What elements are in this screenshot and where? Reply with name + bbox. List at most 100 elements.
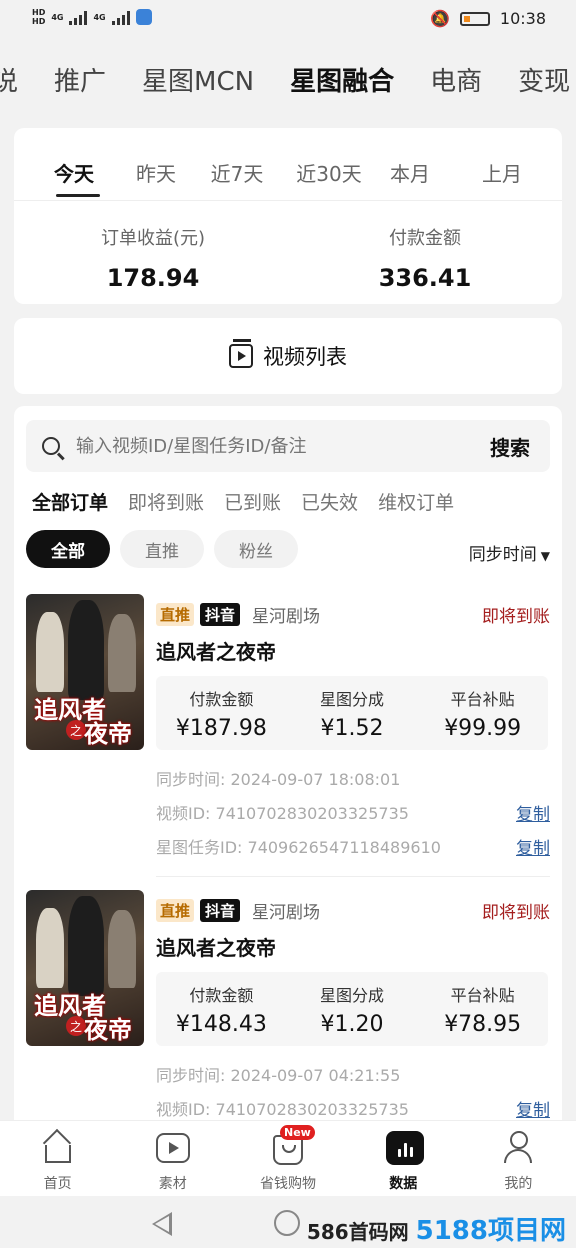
- copy-video-id-button[interactable]: 复制: [516, 1096, 550, 1121]
- date-tab-last-month[interactable]: 上月: [462, 158, 542, 187]
- stat-share: 星图分成 ¥1.20: [287, 972, 418, 1046]
- nav-shopping[interactable]: New 省钱购物: [230, 1121, 345, 1196]
- order-tab-dispute[interactable]: 维权订单: [378, 488, 454, 515]
- date-tab-7days[interactable]: 近7天: [206, 158, 268, 187]
- stat-label: 付款金额: [189, 690, 254, 709]
- divider: [156, 876, 550, 877]
- nav-label: 省钱购物: [260, 1176, 316, 1192]
- order-income-metric: 订单收益(元) 178.94: [38, 224, 268, 292]
- tab-monetize[interactable]: 变现: [518, 61, 570, 98]
- sort-label: 同步时间: [468, 545, 537, 565]
- chip-fans[interactable]: 粉丝: [214, 530, 298, 568]
- nav-me[interactable]: 我的: [461, 1121, 576, 1196]
- bar-chart-icon: [386, 1131, 425, 1165]
- sort-dropdown[interactable]: 同步时间 ▼: [469, 540, 550, 565]
- stat-label: 星图分成: [320, 690, 385, 709]
- watermark: 586首码网 5188项目网: [307, 1210, 566, 1247]
- payment-metric: 付款金额 336.41: [310, 224, 540, 292]
- tab-ecommerce[interactable]: 电商: [430, 61, 482, 98]
- new-badge: New: [280, 1125, 315, 1140]
- stat-value: ¥1.52: [320, 716, 384, 741]
- back-icon[interactable]: [152, 1212, 172, 1236]
- watermark-text-2: 5188项目网: [415, 1216, 566, 1246]
- order-status-tabs: 全部订单 即将到账 已到账 已失效 维权订单: [32, 488, 454, 515]
- network-4g-indicator-2: 4G: [93, 12, 106, 22]
- order-list-card: 搜索 全部订单 即将到账 已到账 已失效 维权订单 全部 直推 粉丝 同步时间▼…: [14, 406, 562, 1166]
- date-range-tabs: 今天 昨天 近7天 近30天 本月 上月: [54, 158, 540, 187]
- date-tab-yesterday[interactable]: 昨天: [132, 158, 180, 187]
- stat-share: 星图分成 ¥1.52: [287, 676, 418, 750]
- copy-task-id-button[interactable]: 复制: [516, 834, 550, 859]
- date-tab-30days[interactable]: 近30天: [292, 158, 366, 187]
- stat-subsidy: 平台补贴 ¥99.99: [417, 676, 548, 750]
- search-input[interactable]: [76, 435, 466, 457]
- nav-material[interactable]: 素材: [115, 1121, 230, 1196]
- stat-payment: 付款金额 ¥187.98: [156, 676, 287, 750]
- tab-xingtu-fusion[interactable]: 星图融合: [290, 61, 394, 98]
- stat-label: 平台补贴: [450, 986, 515, 1005]
- search-bar: 搜索: [26, 420, 550, 472]
- task-id: 星图任务ID: 7409626547118489610: [156, 838, 441, 857]
- signal-icon-2: [111, 9, 130, 25]
- search-button[interactable]: 搜索: [490, 432, 530, 461]
- stat-payment: 付款金额 ¥148.43: [156, 972, 287, 1046]
- shield-app-icon: [135, 9, 152, 25]
- video-id: 视频ID: 7410702830203325735: [156, 1100, 409, 1119]
- stat-value: ¥99.99: [444, 716, 522, 741]
- order-stats: 付款金额 ¥148.43 星图分成 ¥1.20 平台补贴 ¥78.95: [156, 972, 548, 1046]
- video-list-label: 视频列表: [263, 345, 347, 369]
- stat-value: ¥187.98: [175, 716, 267, 741]
- payment-label: 付款金额: [389, 228, 461, 249]
- poster-zhi: 之: [66, 1016, 86, 1036]
- filter-chips: 全部 直推 粉丝: [26, 530, 298, 568]
- order-source: 星河剧场: [252, 607, 321, 627]
- mute-bell-icon: 🔕: [429, 9, 450, 28]
- search-icon: [42, 437, 60, 455]
- hd-indicator: HD HD: [32, 8, 46, 26]
- active-tab-underline: [56, 194, 100, 197]
- date-tab-this-month[interactable]: 本月: [386, 158, 434, 187]
- stat-subsidy: 平台补贴 ¥78.95: [417, 972, 548, 1046]
- order-tab-pending[interactable]: 即将到账: [128, 488, 204, 515]
- home-circle-icon[interactable]: [274, 1210, 300, 1236]
- poster-text-2: 夜帝: [84, 720, 132, 748]
- stat-value: ¥1.20: [320, 1012, 384, 1037]
- play-box-icon: [155, 1131, 190, 1165]
- chip-direct[interactable]: 直推: [120, 530, 204, 568]
- tab-xingtu-mcn[interactable]: 星图MCN: [142, 61, 254, 98]
- nav-data[interactable]: 数据: [346, 1121, 461, 1196]
- nav-label: 数据: [389, 1176, 418, 1192]
- poster-zhi: 之: [66, 720, 86, 740]
- poster-text-2: 夜帝: [84, 1016, 132, 1044]
- drama-poster-image: 追风者 之 夜帝: [26, 594, 144, 750]
- order-tab-received[interactable]: 已到账: [224, 488, 281, 515]
- tab-promotion[interactable]: 推广: [54, 61, 106, 98]
- nav-home[interactable]: 首页: [0, 1121, 115, 1196]
- payment-value: 336.41: [378, 264, 472, 292]
- order-item[interactable]: 追风者 之 夜帝 直推 抖音 星河剧场 即将到账 追风者之夜帝 付款金额 ¥18…: [26, 594, 550, 874]
- order-source: 星河剧场: [252, 903, 321, 923]
- battery-icon: [459, 11, 490, 26]
- network-4g-indicator: 4G: [51, 12, 64, 22]
- watermark-text: 586首码网: [306, 1220, 409, 1244]
- direct-push-badge: 直推: [156, 899, 195, 922]
- chip-all[interactable]: 全部: [26, 530, 110, 568]
- video-list-icon: [229, 339, 253, 368]
- order-stats: 付款金额 ¥187.98 星图分成 ¥1.52 平台补贴 ¥99.99: [156, 676, 548, 750]
- nav-label: 素材: [158, 1176, 187, 1192]
- copy-video-id-button[interactable]: 复制: [516, 800, 550, 825]
- stat-value: ¥148.43: [175, 1012, 267, 1037]
- order-income-label: 订单收益(元): [100, 228, 206, 249]
- video-id: 视频ID: 7410702830203325735: [156, 804, 409, 823]
- order-title: 追风者之夜帝: [156, 936, 276, 960]
- tab-shuo[interactable]: 说: [0, 61, 18, 98]
- video-list-button[interactable]: 视频列表: [14, 318, 562, 394]
- order-tab-expired[interactable]: 已失效: [301, 488, 358, 515]
- order-tags: 直推 抖音 星河剧场: [156, 602, 320, 627]
- date-tab-today[interactable]: 今天: [54, 158, 102, 187]
- caret-down-icon: ▼: [540, 549, 550, 563]
- top-tab-bar: 说 推广 星图MCN 星图融合 电商 变现: [0, 44, 576, 114]
- order-tab-all[interactable]: 全部订单: [32, 488, 108, 515]
- stat-label: 付款金额: [189, 986, 254, 1005]
- bottom-nav: 首页 素材 New 省钱购物 数据 我的: [0, 1120, 576, 1196]
